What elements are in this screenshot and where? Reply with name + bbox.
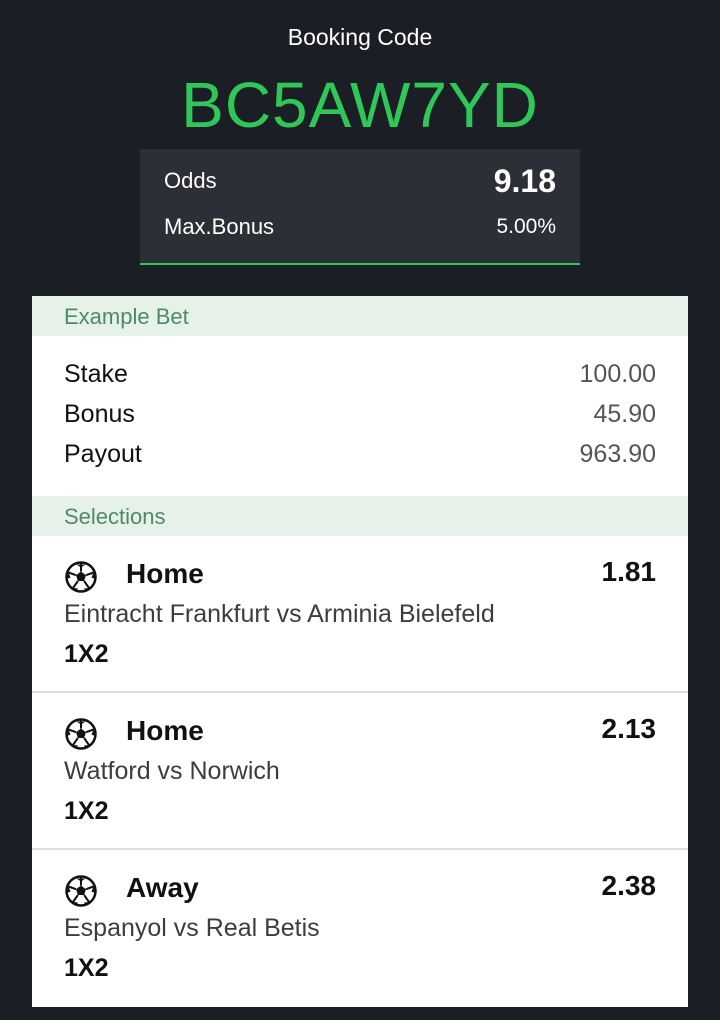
selection-item[interactable]: Away 2.38 Espanyol vs Real Betis 1X2 bbox=[32, 850, 688, 1004]
bonus-row: Bonus 45.90 bbox=[64, 394, 656, 434]
selection-pick: Home bbox=[126, 715, 204, 746]
selection-market: 1X2 bbox=[64, 640, 109, 668]
stake-label: Stake bbox=[64, 359, 128, 388]
selection-match: Watford vs Norwich bbox=[64, 757, 280, 785]
selection-match: Eintracht Frankfurt vs Arminia Bielefeld bbox=[64, 600, 495, 628]
bet-details-card: Example Bet Stake 100.00 Bonus 45.90 Pay… bbox=[32, 296, 688, 1007]
soccer-ball-icon bbox=[65, 718, 97, 750]
selection-odds: 2.38 bbox=[601, 870, 657, 901]
odds-label: Odds bbox=[164, 168, 217, 193]
odds-summary-panel: Odds 9.18 Max.Bonus 5.00% bbox=[140, 149, 580, 265]
selection-odds: 1.81 bbox=[601, 556, 657, 587]
example-bet-header: Example Bet bbox=[32, 296, 688, 336]
booking-code-label: Booking Code bbox=[287, 24, 433, 50]
stake-row: Stake 100.00 bbox=[64, 354, 656, 394]
selection-odds: 2.13 bbox=[601, 713, 657, 744]
odds-value: 9.18 bbox=[493, 162, 556, 199]
example-bet-body: Stake 100.00 Bonus 45.90 Payout 963.90 bbox=[32, 336, 688, 496]
max-bonus-label: Max.Bonus bbox=[164, 214, 275, 239]
stake-value: 100.00 bbox=[579, 359, 656, 388]
max-bonus-value: 5.00% bbox=[496, 215, 556, 238]
selections-list: Home 1.81 Eintracht Frankfurt vs Arminia… bbox=[32, 536, 688, 1004]
bonus-value: 45.90 bbox=[593, 399, 656, 428]
booking-code-value[interactable]: BC5AW7YD bbox=[0, 68, 720, 142]
payout-row: Payout 963.90 bbox=[64, 434, 656, 474]
max-bonus-row: Max.Bonus 5.00% bbox=[164, 211, 556, 243]
payout-value: 963.90 bbox=[579, 439, 656, 468]
selection-pick: Away bbox=[126, 872, 199, 903]
selection-market: 1X2 bbox=[64, 954, 109, 982]
payout-label: Payout bbox=[64, 439, 142, 468]
selection-item[interactable]: Home 1.81 Eintracht Frankfurt vs Arminia… bbox=[32, 536, 688, 693]
booking-code-screen: Booking Code BC5AW7YD Odds 9.18 Max.Bonu… bbox=[0, 0, 720, 1020]
soccer-ball-icon bbox=[65, 875, 97, 907]
odds-row: Odds 9.18 bbox=[164, 163, 556, 199]
selection-item[interactable]: Home 2.13 Watford vs Norwich 1X2 bbox=[32, 693, 688, 850]
selection-market: 1X2 bbox=[64, 797, 109, 825]
selections-header: Selections bbox=[32, 496, 688, 536]
bonus-label: Bonus bbox=[64, 399, 135, 428]
selection-match: Espanyol vs Real Betis bbox=[64, 914, 320, 942]
soccer-ball-icon bbox=[65, 561, 97, 593]
selection-pick: Home bbox=[126, 558, 204, 589]
